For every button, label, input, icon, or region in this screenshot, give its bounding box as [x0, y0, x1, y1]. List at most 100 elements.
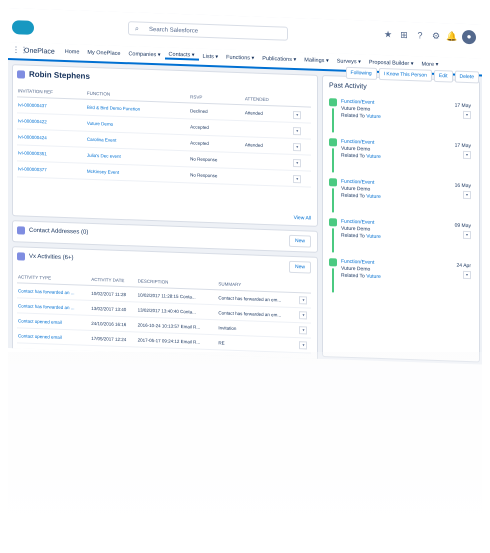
- contact-icon: [17, 70, 25, 79]
- activity-description: 2017-05-17 09:24:12 Email R...: [136, 331, 218, 350]
- chevron-down-icon[interactable]: ▾: [463, 230, 471, 240]
- past-activity-title: Past Activity: [329, 82, 367, 91]
- event-icon: [329, 258, 337, 267]
- related-row: Related To Vuture: [341, 153, 381, 161]
- tab-functions[interactable]: Functions ▾: [222, 54, 258, 62]
- related-label: Related To: [341, 272, 365, 280]
- edit-button[interactable]: Edit: [433, 69, 453, 83]
- help-icon[interactable]: ?: [414, 29, 426, 41]
- row-actions: ▾: [298, 337, 311, 354]
- rsvp-value: Accepted: [189, 134, 244, 153]
- related-row: Related To Vuture: [341, 273, 381, 281]
- tab-publications[interactable]: Publications ▾: [258, 56, 300, 63]
- tab-contacts[interactable]: Contacts ▾: [164, 51, 199, 61]
- chevron-down-icon[interactable]: ▾: [293, 126, 302, 135]
- activity-text: Function/Event Vuture Demo Related To Vu…: [341, 259, 381, 281]
- following-button[interactable]: Following: [345, 66, 377, 80]
- header-icons: ★ ⊞ ? ⚙ 🔔 ●: [382, 27, 476, 45]
- tab-mailings[interactable]: Mailings ▾: [300, 57, 332, 64]
- i-know-this-person-button[interactable]: I Know This Person: [378, 67, 432, 82]
- view-all-link[interactable]: View All: [294, 215, 311, 222]
- timeline-line: [332, 268, 334, 293]
- vx-activities-title: Vx Activities (6+): [29, 253, 74, 262]
- tab-proposal-builder[interactable]: Proposal Builder ▾: [365, 59, 418, 68]
- search-icon: ⌕: [135, 25, 139, 33]
- chevron-down-icon[interactable]: ▾: [293, 174, 302, 183]
- related-label: Related To: [341, 192, 365, 200]
- related-row: Related To Vuture: [341, 193, 381, 201]
- app-launcher-icon[interactable]: ⋮⋮: [12, 45, 28, 55]
- list-item: Function/Event Vuture Demo Related To Vu…: [329, 218, 475, 257]
- related-label: Related To: [341, 152, 365, 160]
- timeline-line: [332, 228, 334, 253]
- activity-text: Function/Event Vuture Demo Related To Vu…: [341, 219, 381, 241]
- activity-date: 17 May: [454, 142, 471, 150]
- related-link[interactable]: Vuture: [366, 274, 381, 281]
- tab-home[interactable]: Home: [61, 49, 84, 56]
- row-actions: ▾: [292, 106, 311, 124]
- function-link[interactable]: McKinsey Event: [85, 163, 190, 183]
- related-row: Related To Vuture: [341, 233, 381, 241]
- reflection-fade: [0, 352, 490, 553]
- new-activity-button[interactable]: New: [288, 260, 311, 274]
- add-icon[interactable]: ⊞: [398, 29, 410, 41]
- rsvp-value: Declined: [189, 102, 244, 121]
- contact-addresses-title: Contact Addresses (0): [29, 227, 89, 236]
- page: ⌕ Search Salesforce ★ ⊞ ? ⚙ 🔔 ● ⋮⋮ OnePl…: [0, 0, 490, 553]
- record-name: Robin Stephens: [29, 69, 90, 81]
- tab-my-oneplace[interactable]: My OnePlace: [83, 50, 124, 57]
- chevron-down-icon[interactable]: ▾: [463, 190, 471, 200]
- chevron-down-icon[interactable]: ▾: [463, 270, 471, 280]
- activity-date: 16 May: [454, 182, 471, 190]
- related-link[interactable]: Vuture: [366, 154, 381, 161]
- related-link[interactable]: Vuture: [366, 234, 381, 241]
- related-link[interactable]: Vuture: [366, 114, 381, 121]
- list-item: Function/Event Vuture Demo Related To Vu…: [329, 138, 475, 177]
- activity-text: Function/Event Vuture Demo Related To Vu…: [341, 179, 381, 201]
- star-icon[interactable]: ★: [382, 28, 394, 40]
- chevron-down-icon[interactable]: ▾: [293, 158, 302, 167]
- tab-companies[interactable]: Companies ▾: [124, 51, 164, 58]
- past-activity-card: Following I Know This Person Edit Delete…: [322, 66, 480, 363]
- chevron-down-icon[interactable]: ▾: [299, 341, 308, 350]
- chevron-down-icon[interactable]: ▾: [293, 110, 302, 119]
- activity-icon: [17, 252, 25, 261]
- salesforce-logo-icon[interactable]: [12, 20, 34, 35]
- attended-value: [243, 120, 293, 139]
- search-input[interactable]: ⌕ Search Salesforce: [128, 21, 288, 41]
- row-actions: ▾: [298, 307, 311, 324]
- tab-lists[interactable]: Lists ▾: [199, 54, 223, 61]
- bell-icon[interactable]: 🔔: [446, 30, 458, 42]
- tab-more[interactable]: More ▾: [418, 61, 443, 68]
- timeline-line: [332, 188, 334, 213]
- activity-type-link[interactable]: Contact opened email: [17, 327, 91, 346]
- invitation-ref-link[interactable]: IvI-000000377: [17, 160, 86, 180]
- col-actions: [298, 281, 311, 294]
- attended-value: [243, 168, 293, 187]
- row-actions: ▾: [292, 154, 311, 172]
- app-window: ⌕ Search Salesforce ★ ⊞ ? ⚙ 🔔 ● ⋮⋮ OnePl…: [8, 8, 482, 365]
- activity-date: 09 May: [454, 222, 471, 230]
- tab-surveys[interactable]: Surveys ▾: [333, 58, 365, 65]
- delete-button[interactable]: Delete: [454, 70, 479, 84]
- attended-value: Attended: [243, 104, 293, 123]
- chevron-down-icon[interactable]: ▾: [299, 326, 308, 335]
- related-row: Related To Vuture: [341, 113, 381, 121]
- activity-text: Function/Event Vuture Demo Related To Vu…: [341, 139, 381, 161]
- chevron-down-icon[interactable]: ▾: [463, 150, 471, 160]
- gear-icon[interactable]: ⚙: [430, 30, 442, 42]
- avatar[interactable]: ●: [462, 29, 476, 45]
- related-link[interactable]: Vuture: [366, 194, 381, 201]
- activity-summary: RE: [217, 334, 299, 353]
- chevron-down-icon[interactable]: ▾: [463, 110, 471, 120]
- chevron-down-icon[interactable]: ▾: [293, 142, 302, 151]
- search-placeholder: Search Salesforce: [149, 26, 199, 35]
- activity-date: 24/10/2016 16:16: [90, 315, 137, 332]
- activity-text: Function/Event Vuture Demo Related To Vu…: [341, 99, 381, 121]
- chevron-down-icon[interactable]: ▾: [299, 311, 308, 320]
- event-icon: [329, 98, 337, 107]
- row-actions: ▾: [292, 170, 311, 188]
- list-item: Function/Event Vuture Demo Related To Vu…: [329, 178, 475, 217]
- new-address-button[interactable]: New: [288, 234, 311, 248]
- chevron-down-icon[interactable]: ▾: [299, 296, 308, 305]
